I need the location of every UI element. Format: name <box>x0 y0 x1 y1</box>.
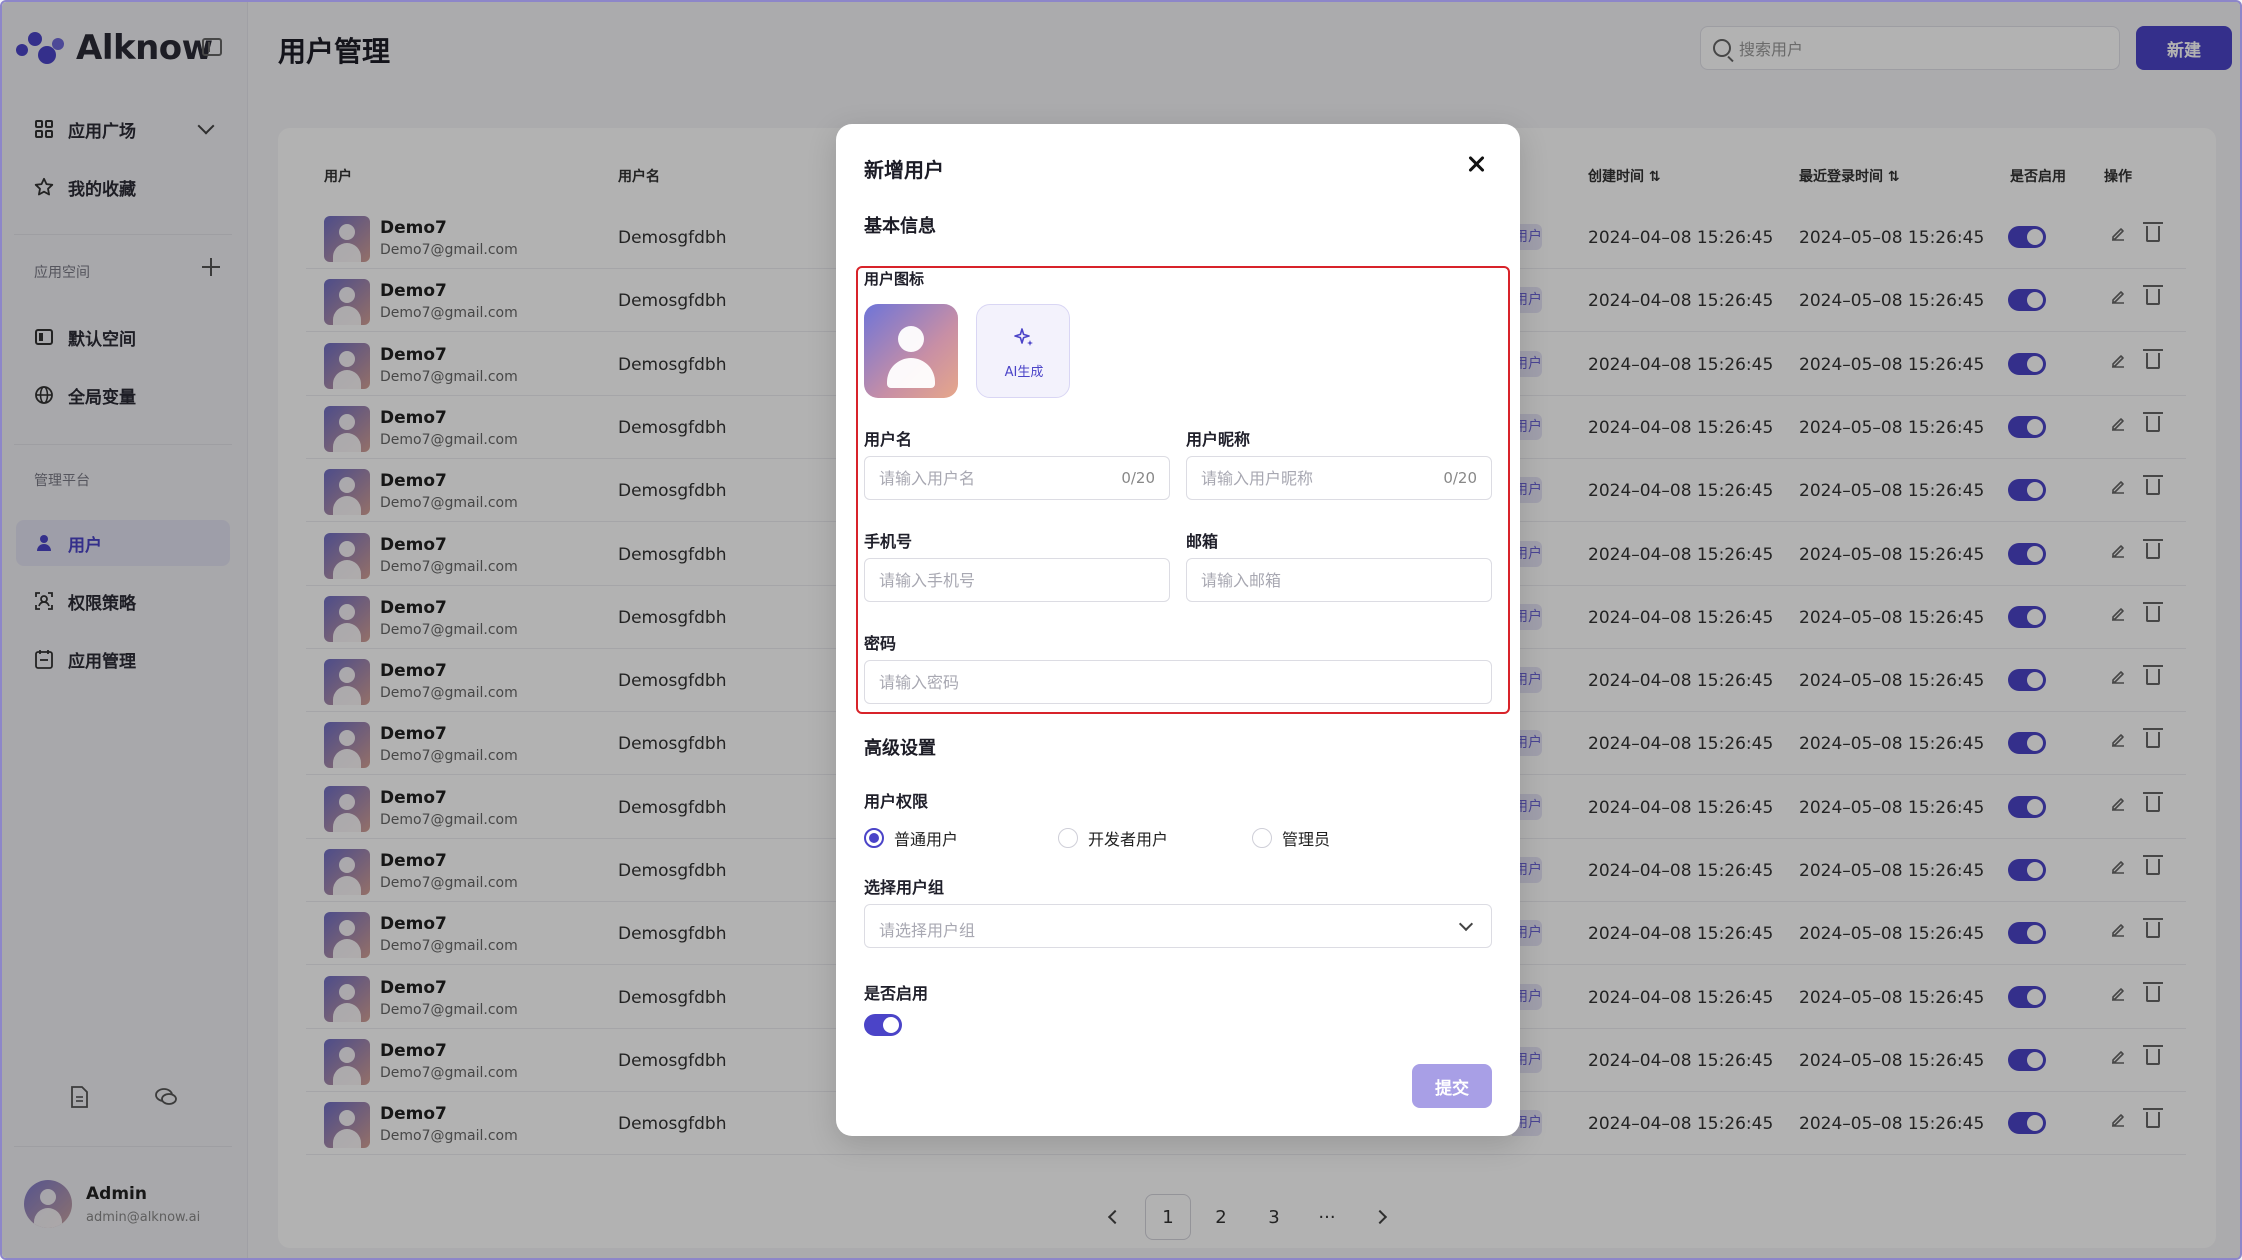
app-window: Alknow 应用广场 我的收藏 应用空间 默认空间 全局变量 管理平台 用户 … <box>0 0 2242 1260</box>
modal-title: 新增用户 <box>864 158 944 182</box>
close-icon[interactable] <box>1466 154 1486 174</box>
section-advanced: 高级设置 <box>864 738 936 759</box>
nickname-char-count: 0/20 <box>1443 469 1477 487</box>
user-avatar-preview[interactable] <box>864 304 958 398</box>
ai-generate-label: AI生成 <box>1004 365 1044 380</box>
enable-label: 是否启用 <box>864 984 929 1003</box>
password-label: 密码 <box>864 634 897 653</box>
user-group-placeholder: 请选择用户组 <box>879 921 976 940</box>
nickname-label: 用户昵称 <box>1186 430 1251 449</box>
password-field[interactable] <box>864 660 1492 704</box>
password-input[interactable] <box>879 661 1380 703</box>
user-icon-label: 用户图标 <box>864 270 925 288</box>
email-label: 邮箱 <box>1186 532 1219 551</box>
username-label: 用户名 <box>864 430 913 449</box>
nickname-input[interactable] <box>1201 457 1445 499</box>
group-label: 选择用户组 <box>864 878 945 897</box>
radio-dot <box>1058 828 1078 848</box>
chevron-down-icon <box>1458 916 1474 932</box>
submit-button[interactable]: 提交 <box>1412 1064 1492 1108</box>
enable-toggle[interactable] <box>864 1014 902 1036</box>
username-input[interactable] <box>879 457 1123 499</box>
username-field[interactable]: 0/20 <box>864 456 1170 500</box>
sparkle-icon <box>1013 327 1035 354</box>
radio-label: 开发者用户 <box>1088 830 1169 849</box>
section-basic-info: 基本信息 <box>864 216 936 237</box>
user-group-select[interactable]: 请选择用户组 <box>864 904 1492 948</box>
radio-normal-user[interactable]: 普通用户 <box>864 826 958 850</box>
phone-field[interactable] <box>864 558 1170 602</box>
radio-developer-user[interactable]: 开发者用户 <box>1058 826 1168 850</box>
radio-dot <box>864 828 884 848</box>
phone-input[interactable] <box>879 559 1123 601</box>
permission-label: 用户权限 <box>864 792 929 811</box>
phone-label: 手机号 <box>864 532 913 551</box>
ai-generate-button[interactable]: AI生成 <box>976 304 1070 398</box>
radio-admin[interactable]: 管理员 <box>1252 826 1330 850</box>
add-user-modal: 新增用户 基本信息 用户图标 AI生成 用户名 0/20 用户昵称 0/20 手… <box>836 124 1520 1136</box>
radio-label: 普通用户 <box>894 830 959 849</box>
email-input[interactable] <box>1201 559 1445 601</box>
email-field[interactable] <box>1186 558 1492 602</box>
username-char-count: 0/20 <box>1121 469 1155 487</box>
radio-dot <box>1252 828 1272 848</box>
nickname-field[interactable]: 0/20 <box>1186 456 1492 500</box>
radio-label: 管理员 <box>1282 830 1331 849</box>
